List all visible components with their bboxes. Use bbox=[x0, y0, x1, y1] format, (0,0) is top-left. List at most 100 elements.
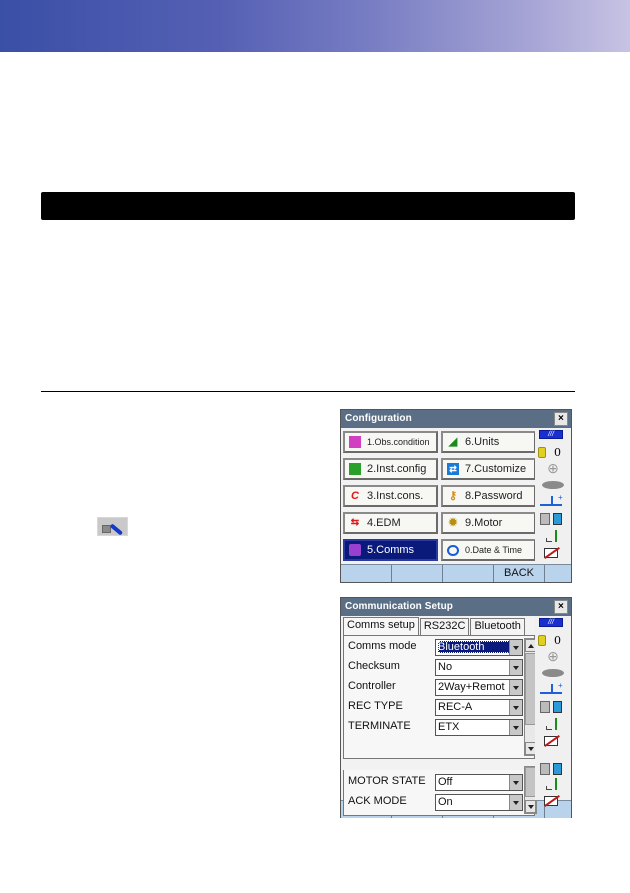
field-comms-mode: Comms mode Bluetooth bbox=[346, 639, 524, 657]
field-terminate: TERMINATE ETX bbox=[346, 719, 524, 737]
menu-label: 5.Comms bbox=[367, 544, 415, 556]
field-label: REC TYPE bbox=[348, 700, 403, 712]
comm-device-icon[interactable] bbox=[538, 700, 568, 714]
clock-icon bbox=[447, 544, 459, 556]
field-rec-type: REC TYPE REC-A bbox=[346, 699, 524, 717]
motor-gear-icon: ✹ bbox=[448, 517, 458, 529]
chevron-down-icon[interactable] bbox=[509, 775, 522, 790]
dialog-title: Configuration bbox=[345, 413, 412, 424]
chevron-down-icon[interactable] bbox=[509, 700, 522, 715]
menu-date-time[interactable]: 0.Date & Time bbox=[441, 539, 536, 561]
menu-obs-condition[interactable]: 1.Obs.condition bbox=[343, 431, 438, 453]
menu-edm[interactable]: ⇆ 4.EDM bbox=[343, 512, 438, 534]
signal-icon[interactable] bbox=[538, 778, 568, 792]
chevron-down-icon[interactable] bbox=[509, 680, 522, 695]
rec-type-select[interactable]: REC-A bbox=[435, 699, 523, 716]
menu-motor[interactable]: ✹ 9.Motor bbox=[441, 512, 536, 534]
signal-icon[interactable] bbox=[538, 530, 568, 544]
laser-icon[interactable] bbox=[538, 666, 568, 680]
motor-state-select[interactable]: Off bbox=[435, 774, 523, 791]
prism-icon[interactable]: 0 bbox=[538, 633, 568, 647]
target-icon[interactable]: ⊕ bbox=[538, 461, 568, 475]
back-button[interactable]: BACK bbox=[494, 565, 545, 582]
battery-icon[interactable]: /// bbox=[539, 618, 563, 627]
softkey-bar: BACK bbox=[341, 564, 571, 582]
select-value: ETX bbox=[438, 721, 460, 733]
prism-constant: 0 bbox=[554, 445, 561, 459]
select-value: On bbox=[438, 796, 453, 808]
tilt-icon[interactable]: + bbox=[538, 681, 568, 696]
menu-inst-config[interactable]: 2.Inst.config bbox=[343, 458, 438, 480]
status-bar: /// 0 ⊕ + bbox=[535, 616, 571, 807]
tab-comms-setup[interactable]: Comms setup bbox=[343, 617, 419, 636]
scrolled-panel-continuation: MOTOR STATE Off ACK MODE On bbox=[343, 766, 537, 816]
field-label: Controller bbox=[348, 680, 396, 692]
select-value: 2Way+Remot bbox=[438, 681, 505, 693]
select-value: No bbox=[438, 661, 453, 673]
menu-customize[interactable]: ⇄ 7.Customize bbox=[441, 458, 536, 480]
controller-select[interactable]: 2Way+Remot bbox=[435, 679, 523, 696]
menu-label: 2.Inst.config bbox=[367, 463, 427, 475]
sd-card-icon[interactable] bbox=[538, 734, 568, 748]
tab-panel: Comms mode Bluetooth Checksum No Control… bbox=[343, 635, 537, 759]
chevron-down-icon[interactable] bbox=[509, 660, 522, 675]
field-ack-mode: ACK MODE On bbox=[346, 794, 524, 812]
comm-device-icon[interactable] bbox=[538, 762, 568, 776]
menu-password[interactable]: ⚷ 8.Password bbox=[441, 485, 536, 507]
dialog-title-bar: Configuration × bbox=[341, 410, 571, 428]
close-button[interactable]: × bbox=[554, 412, 568, 426]
tab-rs232c[interactable]: RS232C bbox=[419, 618, 470, 635]
menu-label: 3.Inst.cons. bbox=[367, 490, 424, 502]
softkey-5[interactable] bbox=[545, 565, 571, 582]
select-value: Off bbox=[438, 776, 453, 788]
tab-strip: Comms setup RS232C Bluetooth bbox=[343, 617, 526, 636]
terminate-select[interactable]: ETX bbox=[435, 719, 523, 736]
sd-card-icon[interactable] bbox=[538, 794, 568, 808]
obs-condition-icon bbox=[349, 436, 361, 448]
checksum-select[interactable]: No bbox=[435, 659, 523, 676]
field-label: Checksum bbox=[348, 660, 400, 672]
battery-icon[interactable]: /// bbox=[539, 430, 563, 439]
softkey-3[interactable] bbox=[443, 565, 494, 582]
field-motor-state: MOTOR STATE Off bbox=[346, 774, 524, 792]
inst-cons-icon: C bbox=[351, 490, 359, 502]
menu-label: 6.Units bbox=[465, 436, 500, 448]
close-button[interactable]: × bbox=[554, 600, 568, 614]
menu-label: 8.Password bbox=[465, 490, 523, 502]
scroll-down-icon[interactable] bbox=[525, 800, 536, 813]
status-bar: /// 0 ⊕ + bbox=[535, 428, 571, 564]
units-icon: ◢ bbox=[448, 436, 458, 448]
communication-setup-dialog: Communication Setup × Comms setup RS232C… bbox=[340, 597, 572, 818]
chevron-down-icon[interactable] bbox=[509, 795, 522, 810]
comms-mode-select[interactable]: Bluetooth bbox=[435, 639, 523, 656]
softkey-2[interactable] bbox=[392, 565, 443, 582]
page-header-banner bbox=[0, 0, 630, 52]
tilt-icon[interactable]: + bbox=[538, 493, 568, 508]
comm-device-icon[interactable] bbox=[538, 512, 568, 526]
laser-icon[interactable] bbox=[538, 478, 568, 492]
field-checksum: Checksum No bbox=[346, 659, 524, 677]
field-label: Comms mode bbox=[348, 640, 417, 652]
menu-units[interactable]: ◢ 6.Units bbox=[441, 431, 536, 453]
prism-icon[interactable]: 0 bbox=[538, 445, 568, 459]
signal-icon[interactable] bbox=[538, 718, 568, 732]
menu-label: 7.Customize bbox=[465, 463, 527, 475]
sd-card-icon[interactable] bbox=[538, 546, 568, 560]
menu-comms[interactable]: 5.Comms bbox=[343, 539, 438, 561]
field-label: TERMINATE bbox=[348, 720, 411, 732]
ack-mode-select[interactable]: On bbox=[435, 794, 523, 811]
tab-bluetooth[interactable]: Bluetooth bbox=[470, 618, 525, 635]
field-label: ACK MODE bbox=[348, 795, 407, 807]
chevron-down-icon[interactable] bbox=[509, 640, 522, 655]
chevron-down-icon[interactable] bbox=[509, 720, 522, 735]
select-value: REC-A bbox=[438, 701, 473, 713]
select-value: Bluetooth bbox=[438, 641, 510, 653]
edm-icon: ⇆ bbox=[350, 517, 360, 528]
menu-inst-cons[interactable]: C 3.Inst.cons. bbox=[343, 485, 438, 507]
target-icon[interactable]: ⊕ bbox=[538, 649, 568, 663]
softkey-1[interactable] bbox=[341, 565, 392, 582]
prism-constant: 0 bbox=[554, 633, 561, 647]
field-controller: Controller 2Way+Remot bbox=[346, 679, 524, 697]
dialog-title: Communication Setup bbox=[345, 601, 454, 612]
section-heading-bar bbox=[41, 192, 575, 220]
